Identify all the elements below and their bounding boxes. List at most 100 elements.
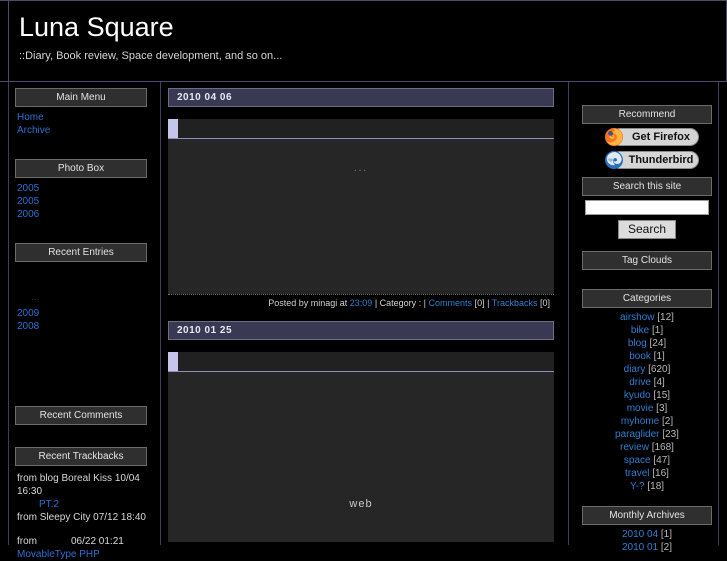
- left-sidebar: Main Menu Home Archive Photo Box 2005 20…: [9, 88, 160, 561]
- category-link-blog[interactable]: blog: [628, 338, 647, 349]
- section-header-search: Search this site: [582, 177, 712, 196]
- photo-box-links: 2005 2005 2006: [17, 182, 160, 221]
- trackbacks-link[interactable]: Trackbacks: [492, 298, 538, 308]
- divider-right-outer: [718, 82, 719, 545]
- trackback-link-movabletype-php[interactable]: MovableType PHP: [17, 548, 160, 561]
- category-link-diary[interactable]: diary: [624, 364, 646, 375]
- section-header-photo-box: Photo Box: [15, 159, 147, 178]
- archive-link-2010-04[interactable]: 2010 04: [622, 529, 658, 540]
- recent-entries-ellipsis: ...: [31, 292, 40, 303]
- category-item: movie [3]: [576, 402, 718, 415]
- divider-left-inner: [160, 82, 161, 545]
- category-count-movie: [3]: [656, 403, 668, 414]
- recent-trackbacks-list: from blog Boreal Kiss 10/04 16:30 PT.2 f…: [17, 472, 160, 561]
- section-header-tag-clouds: Tag Clouds: [582, 251, 712, 270]
- category-item: review [168]: [576, 441, 718, 454]
- category-count-drive: [4]: [653, 377, 665, 388]
- search-button[interactable]: Search: [617, 220, 677, 239]
- thunderbird-icon: [604, 150, 624, 170]
- category-count-kyudo: [15]: [653, 390, 671, 401]
- get-firefox-badge[interactable]: Get Firefox: [595, 127, 699, 147]
- entry-title-bar-1[interactable]: [168, 119, 554, 139]
- category-item: Y-? [18]: [576, 480, 718, 493]
- category-item: kyudo [15]: [576, 389, 718, 402]
- entry-body-2: web: [168, 372, 554, 542]
- site-banner: Luna Square ::Diary, Book review, Space …: [0, 0, 727, 82]
- archive-item: 2010 04 [1]: [576, 528, 718, 541]
- category-item: myhome [2]: [576, 415, 718, 428]
- category-link-paraglider[interactable]: paraglider: [615, 429, 659, 440]
- section-header-recent-trackbacks: Recent Trackbacks: [15, 447, 147, 466]
- category-item: diary [620]: [576, 363, 718, 376]
- sidebar-item-photo-2005b[interactable]: 2005: [17, 195, 160, 208]
- sidebar-item-entry-2008[interactable]: 2008: [17, 320, 160, 333]
- trackback-item-1-line2: 16:30: [17, 486, 43, 497]
- right-sidebar: Recommend Get Firefox Thunderbird Search…: [576, 105, 718, 554]
- entry-2: web: [168, 352, 554, 542]
- entry-body-text-2: web: [349, 498, 373, 510]
- category-link-space[interactable]: space: [624, 455, 651, 466]
- category-count-book: [1]: [653, 351, 665, 362]
- category-count-diary: [620]: [648, 364, 671, 375]
- section-header-monthly-archives: Monthly Archives: [582, 506, 712, 525]
- sidebar-item-home[interactable]: Home: [17, 111, 160, 124]
- category-item: airshow [12]: [576, 311, 718, 324]
- category-item: bike [1]: [576, 324, 718, 337]
- entry-accent-block-2: [168, 352, 178, 371]
- category-link-y[interactable]: Y-?: [630, 481, 645, 492]
- entry-accent-block-1: [168, 119, 178, 138]
- category-link-myhome[interactable]: myhome: [621, 416, 659, 427]
- sidebar-item-entry-2009[interactable]: 2009: [17, 307, 160, 320]
- entry-body-text-1: ...: [353, 163, 369, 174]
- thunderbird-label: Thunderbird: [611, 151, 699, 169]
- banner-inner: Luna Square ::Diary, Book review, Space …: [8, 1, 727, 81]
- category-count-y: [18]: [647, 481, 665, 492]
- category-link-book[interactable]: book: [629, 351, 651, 362]
- entry-body-1: ...: [168, 139, 554, 294]
- section-header-categories: Categories: [582, 289, 712, 308]
- get-firefox-label: Get Firefox: [611, 128, 699, 146]
- category-link-kyudo[interactable]: kyudo: [624, 390, 651, 401]
- entry-time-link[interactable]: 23:09: [350, 298, 373, 308]
- trackback-date: 06/22 01:21: [71, 536, 124, 547]
- category-item: paraglider [23]: [576, 428, 718, 441]
- comments-link[interactable]: Comments: [429, 298, 473, 308]
- category-link-movie[interactable]: movie: [627, 403, 654, 414]
- trackback-from-label: from: [17, 536, 37, 547]
- sidebar-item-archive[interactable]: Archive: [17, 124, 160, 137]
- category-count-review: [168]: [651, 442, 674, 453]
- category-link-drive[interactable]: drive: [629, 377, 651, 388]
- archive-count-2010-01: [2]: [660, 542, 673, 553]
- sidebar-item-photo-2006[interactable]: 2006: [17, 208, 160, 221]
- category-count-myhome: [2]: [662, 416, 674, 427]
- recent-entries-links: 2009 2008: [17, 307, 160, 333]
- trackback-item-1-line1: from blog Boreal Kiss 10/04: [17, 473, 140, 484]
- category-link-airshow[interactable]: airshow: [620, 312, 654, 323]
- site-description: ::Diary, Book review, Space development,…: [19, 50, 283, 62]
- main-content: 2010 04 06 ... Posted by minagi at 23:09…: [168, 88, 562, 542]
- entry-date-bar-1: 2010 04 06: [168, 88, 554, 107]
- category-link-review[interactable]: review: [620, 442, 649, 453]
- category-link-bike[interactable]: bike: [631, 325, 649, 336]
- category-item: drive [4]: [576, 376, 718, 389]
- firefox-icon: [604, 127, 624, 147]
- entry-1: ... Posted by minagi at 23:09 | Category…: [168, 119, 554, 310]
- entry-category-sep: | Category : |: [374, 298, 427, 308]
- trackback-item-2-line1: from Sleepy City 07/12 18:40: [17, 512, 146, 523]
- trackback-link-pt2[interactable]: PT.2: [39, 498, 160, 511]
- category-link-travel[interactable]: travel: [625, 468, 649, 479]
- search-input[interactable]: [585, 200, 709, 215]
- category-count-travel: [16]: [652, 468, 669, 479]
- section-header-main-menu: Main Menu: [15, 88, 147, 107]
- posted-by-label: Posted by minagi at: [268, 298, 348, 308]
- thunderbird-badge[interactable]: Thunderbird: [595, 150, 699, 170]
- archive-link-2010-01[interactable]: 2010 01: [622, 542, 658, 553]
- section-header-recent-comments: Recent Comments: [15, 406, 147, 425]
- entry-title-bar-2[interactable]: [168, 352, 554, 372]
- section-header-recent-entries: Recent Entries: [15, 243, 147, 262]
- archive-item: 2010 01 [2]: [576, 541, 718, 554]
- category-count-blog: [24]: [649, 338, 667, 349]
- section-header-recommend: Recommend: [582, 105, 712, 124]
- category-count-paraglider: [23]: [662, 429, 679, 440]
- sidebar-item-photo-2005a[interactable]: 2005: [17, 182, 160, 195]
